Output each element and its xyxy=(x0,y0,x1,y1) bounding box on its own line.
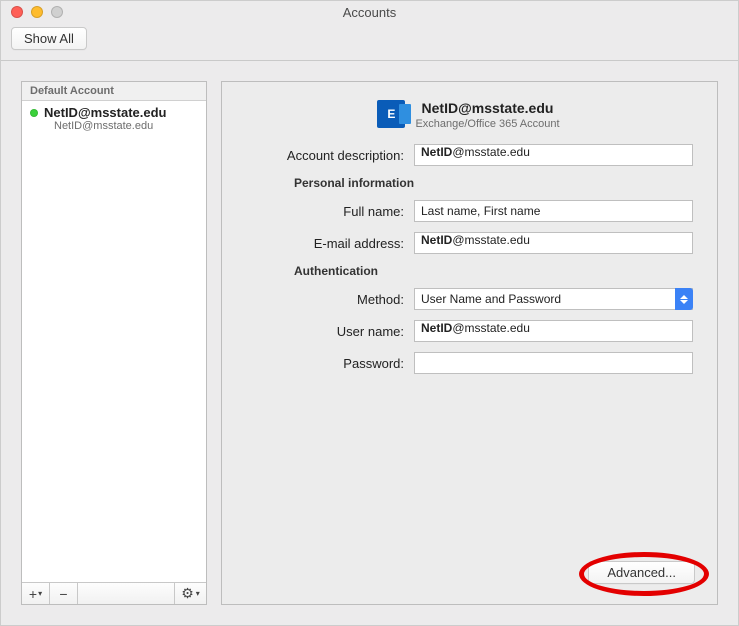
exchange-icon-letter: E xyxy=(387,107,395,121)
settings-button[interactable]: ⚙︎▾ xyxy=(174,583,206,604)
account-sub-strong: NetID xyxy=(54,120,82,132)
close-icon[interactable] xyxy=(11,6,23,18)
account-sub: NetID@msstate.edu xyxy=(30,120,198,132)
advanced-area: Advanced... xyxy=(588,561,695,584)
email-value-rest: @msstate.edu xyxy=(452,233,530,247)
remove-account-button[interactable]: − xyxy=(50,583,78,604)
desc-value-rest: @msstate.edu xyxy=(452,145,530,159)
dropdown-arrows-icon xyxy=(675,288,693,310)
maximize-icon xyxy=(51,6,63,18)
chevron-down-icon: ▾ xyxy=(38,589,42,598)
show-all-button[interactable]: Show All xyxy=(11,27,87,50)
add-account-button[interactable]: +▾ xyxy=(22,583,50,604)
titlebar: Accounts xyxy=(1,1,738,23)
row-password: Password: xyxy=(244,352,693,374)
input-username[interactable]: NetID@msstate.edu xyxy=(414,320,693,342)
header-texts: NetID@msstate.edu Exchange/Office 365 Ac… xyxy=(415,100,559,130)
row-username: User name: NetID@msstate.edu xyxy=(244,320,693,342)
input-fullname[interactable] xyxy=(414,200,693,222)
account-title: NetID@msstate.edu xyxy=(415,100,559,116)
username-value-strong: NetID xyxy=(421,321,452,335)
username-value-rest: @msstate.edu xyxy=(452,321,530,335)
label-method: Method: xyxy=(244,292,414,307)
section-auth: Authentication xyxy=(294,264,693,278)
window-title: Accounts xyxy=(1,5,738,20)
label-description: Account description: xyxy=(244,148,414,163)
exchange-icon: E xyxy=(377,100,405,128)
account-title-strong: NetID xyxy=(422,100,459,116)
footer-spacer xyxy=(78,583,174,604)
chevron-down-icon: ▾ xyxy=(196,589,200,598)
accounts-sidebar: Default Account NetID@msstate.edu NetID@… xyxy=(21,81,207,605)
traffic-lights xyxy=(1,6,63,18)
account-sub-rest: @msstate.edu xyxy=(82,120,153,132)
sidebar-footer: +▾ − ⚙︎▾ xyxy=(22,582,206,604)
gear-icon: ⚙︎ xyxy=(181,585,194,602)
minimize-icon[interactable] xyxy=(31,6,43,18)
label-username: User name: xyxy=(244,324,414,339)
status-dot-icon xyxy=(30,109,38,117)
account-title-rest: @msstate.edu xyxy=(458,100,553,116)
account-name-rest: @msstate.edu xyxy=(78,105,167,120)
account-detail-pane: E NetID@msstate.edu Exchange/Office 365 … xyxy=(221,81,718,605)
row-fullname: Full name: xyxy=(244,200,693,222)
account-type-label: Exchange/Office 365 Account xyxy=(415,118,559,130)
toolbar: Show All xyxy=(1,23,738,61)
accounts-window: Accounts Show All Default Account NetID@… xyxy=(0,0,739,626)
input-password[interactable] xyxy=(414,352,693,374)
row-description: Account description: NetID@msstate.edu xyxy=(244,144,693,166)
window-body: Default Account NetID@msstate.edu NetID@… xyxy=(1,61,738,625)
account-name-strong: NetID xyxy=(44,105,78,120)
advanced-button[interactable]: Advanced... xyxy=(588,561,695,584)
desc-value-strong: NetID xyxy=(421,145,452,159)
label-email: E-mail address: xyxy=(244,236,414,251)
sidebar-header: Default Account xyxy=(22,82,206,101)
row-email: E-mail address: NetID@msstate.edu xyxy=(244,232,693,254)
detail-header: E NetID@msstate.edu Exchange/Office 365 … xyxy=(244,100,693,130)
input-description[interactable]: NetID@msstate.edu xyxy=(414,144,693,166)
row-method: Method: User Name and Password xyxy=(244,288,693,310)
section-personal: Personal information xyxy=(294,176,693,190)
select-method[interactable]: User Name and Password xyxy=(414,288,693,310)
plus-icon: + xyxy=(29,586,37,602)
input-email[interactable]: NetID@msstate.edu xyxy=(414,232,693,254)
label-fullname: Full name: xyxy=(244,204,414,219)
account-list-item[interactable]: NetID@msstate.edu NetID@msstate.edu xyxy=(22,101,206,138)
label-password: Password: xyxy=(244,356,414,371)
account-name: NetID@msstate.edu xyxy=(44,105,167,120)
email-value-strong: NetID xyxy=(421,233,452,247)
select-method-value: User Name and Password xyxy=(414,288,693,310)
sidebar-spacer xyxy=(22,138,206,582)
account-row: NetID@msstate.edu xyxy=(30,105,198,120)
